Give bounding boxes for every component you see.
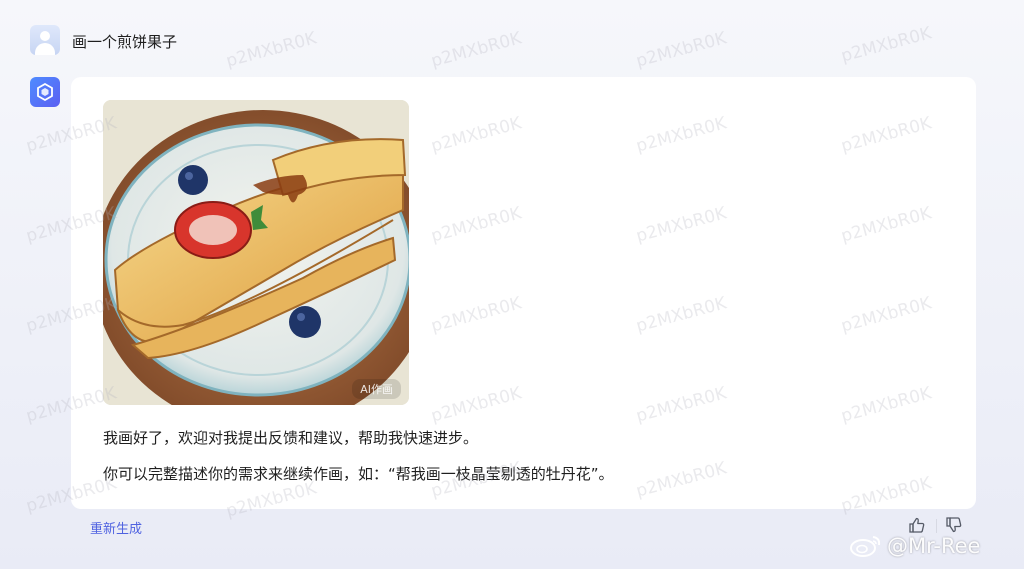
regenerate-button[interactable]: 重新生成 (90, 518, 142, 537)
weibo-handle: @Mr-Ree (887, 534, 981, 558)
ai-image-tag: AI作画 (352, 379, 401, 399)
bot-response-card: AI作画 我画好了，欢迎对我提出反馈和建议，帮助我快速进步。 你可以完整描述你的… (71, 77, 976, 509)
watermark-text: p2MXbR0K (633, 28, 729, 72)
weibo-logo-icon (850, 536, 881, 557)
thumbs-down-icon[interactable] (945, 516, 963, 534)
reply-text-line-1: 我画好了，欢迎对我提出反馈和建议，帮助我快速进步。 (103, 429, 479, 447)
watermark-text: p2MXbR0K (838, 23, 934, 67)
user-message: 画一个煎饼果子 (72, 33, 178, 51)
reply-text-line-2: 你可以完整描述你的需求来继续作画，如：“帮我画一枝晶莹剔透的牡丹花”。 (103, 465, 614, 483)
watermark-text: p2MXbR0K (223, 28, 319, 72)
bot-avatar (30, 77, 60, 107)
generated-image[interactable]: AI作画 (103, 100, 409, 405)
weibo-watermark: @Mr-Ree (849, 533, 980, 559)
user-avatar (30, 25, 60, 55)
pancake-illustration (103, 100, 409, 405)
feedback-divider (936, 519, 937, 533)
thumbs-up-icon[interactable] (908, 516, 926, 534)
bot-logo-icon (37, 83, 53, 101)
watermark-text: p2MXbR0K (428, 28, 524, 72)
